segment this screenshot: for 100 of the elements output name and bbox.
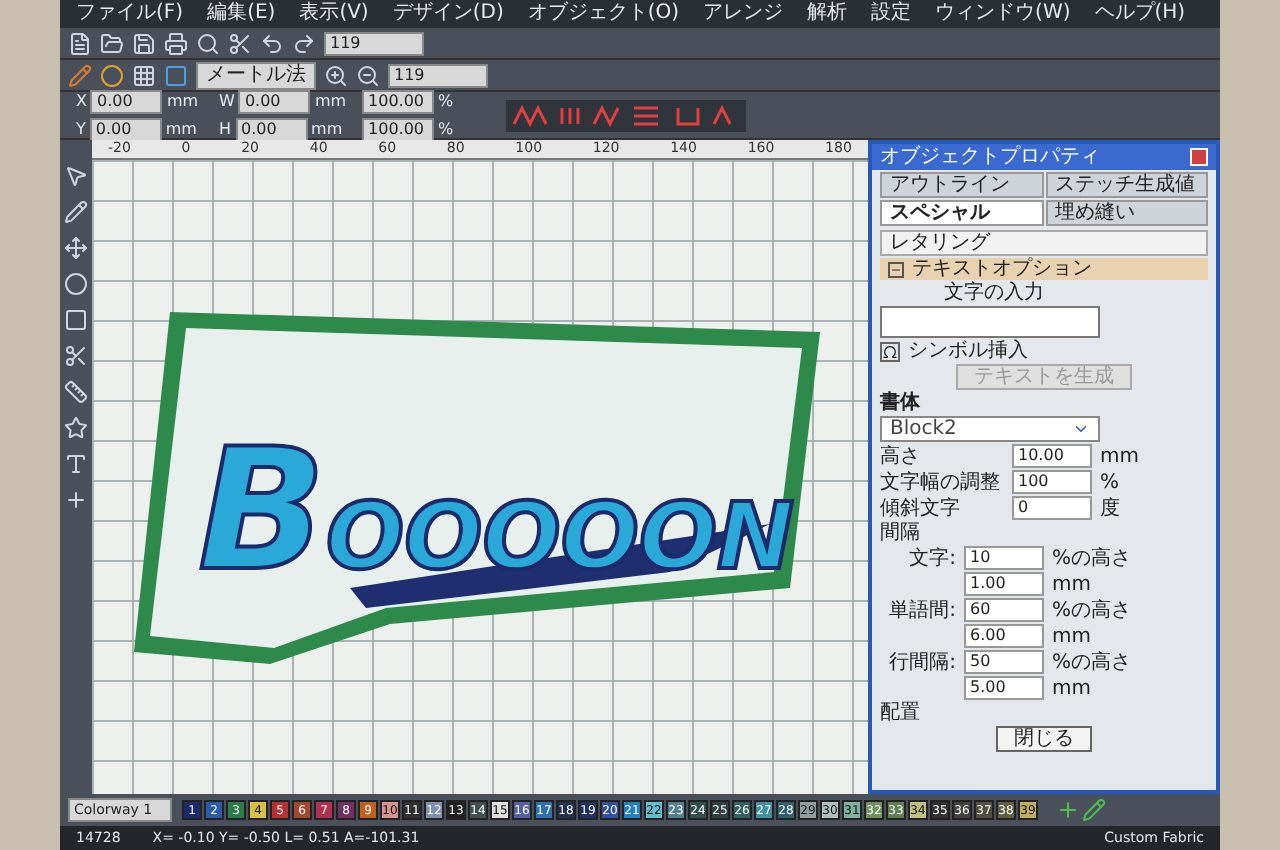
- new-file-icon[interactable]: [68, 31, 92, 55]
- unit-label: mm: [165, 120, 197, 138]
- field-label: H: [219, 120, 232, 138]
- panel-tab[interactable]: アウトライン: [880, 172, 1043, 198]
- plus-icon[interactable]: [64, 488, 88, 512]
- number-field[interactable]: 0.00: [90, 89, 163, 113]
- field-label: 傾斜文字: [880, 497, 962, 519]
- star-icon[interactable]: [64, 416, 88, 440]
- menu-item[interactable]: ウィンドウ(W): [935, 2, 1071, 26]
- font-dropdown[interactable]: Block2: [880, 416, 1100, 442]
- unit-label: mm: [1052, 573, 1091, 595]
- save-icon[interactable]: [132, 31, 156, 55]
- panel-title: オブジェクトプロパティ: [880, 146, 1100, 168]
- undo-icon[interactable]: [260, 31, 284, 55]
- collapse-icon: [888, 261, 904, 277]
- number-field[interactable]: 100.00: [362, 89, 435, 113]
- menu-item[interactable]: 編集(E): [207, 2, 276, 26]
- menu-item[interactable]: アレンジ: [703, 2, 784, 26]
- zoom-out-icon[interactable]: [356, 63, 380, 87]
- menu-item[interactable]: デザイン(D): [392, 2, 504, 26]
- unit-label: mm: [311, 120, 343, 138]
- square-icon[interactable]: [64, 308, 88, 332]
- ruler-icon[interactable]: [64, 380, 88, 404]
- scissors-icon[interactable]: [228, 31, 252, 55]
- number-field[interactable]: 0.00: [89, 117, 162, 141]
- unit-label: %の高さ: [1052, 547, 1132, 569]
- unit-label: %: [438, 92, 454, 110]
- panel-tab[interactable]: スペシャル: [880, 200, 1043, 226]
- zoom-field[interactable]: 119: [324, 31, 424, 55]
- pointer-icon[interactable]: [64, 164, 88, 188]
- panel-tab[interactable]: 埋め縫い: [1045, 200, 1208, 226]
- unit-label: %: [1100, 471, 1120, 493]
- field-label: X: [76, 92, 87, 110]
- scissors-icon[interactable]: [64, 344, 88, 368]
- stitch-pattern-icons-drawing[interactable]: [505, 99, 746, 131]
- pencil-icon[interactable]: [1082, 798, 1106, 822]
- zoom-field[interactable]: 119: [388, 63, 488, 87]
- panel-tab[interactable]: ステッチ生成値: [1045, 172, 1208, 198]
- search-icon[interactable]: [196, 31, 220, 55]
- number-field[interactable]: 10: [964, 546, 1044, 570]
- field-label: Y: [76, 120, 86, 138]
- field-label: W: [219, 92, 235, 110]
- unit-label: mm: [1100, 445, 1139, 467]
- number-field[interactable]: 6.00: [964, 624, 1044, 648]
- field-label: 文字幅の調整: [880, 471, 1002, 493]
- unit-label: %の高さ: [1052, 599, 1132, 621]
- printer-icon[interactable]: [164, 31, 188, 55]
- close-icon[interactable]: [1190, 148, 1208, 166]
- text-input-area[interactable]: [880, 306, 1100, 338]
- grid-icon[interactable]: [132, 63, 156, 87]
- field-label: 文字:: [907, 547, 956, 569]
- number-field[interactable]: 10.00: [1012, 444, 1092, 468]
- circle-icon[interactable]: [100, 63, 124, 87]
- section-header[interactable]: テキストオプション: [880, 258, 1208, 280]
- number-field[interactable]: 0: [1012, 496, 1092, 520]
- number-field[interactable]: 100.00: [362, 117, 435, 141]
- units-dropdown[interactable]: メートル法: [196, 61, 316, 89]
- text-tool-icon[interactable]: [64, 452, 88, 476]
- menu-item[interactable]: ファイル(F): [76, 2, 184, 26]
- number-field[interactable]: 0.00: [238, 89, 311, 113]
- pencil-icon[interactable]: [64, 200, 88, 224]
- pencil-icon[interactable]: [68, 63, 92, 87]
- menu-item[interactable]: オブジェクト(O): [527, 2, 680, 26]
- field-label: 間隔: [880, 522, 922, 544]
- caret-icon: [1072, 420, 1090, 438]
- field-label: 単語間:: [887, 599, 956, 621]
- object-type-field: レタリング: [880, 230, 1208, 256]
- number-field[interactable]: 100: [1012, 470, 1092, 494]
- number-field[interactable]: 0.00: [235, 117, 308, 141]
- unit-label: mm: [1052, 625, 1091, 647]
- number-field[interactable]: 1.00: [964, 572, 1044, 596]
- field-label: 配置: [880, 702, 922, 724]
- field-label: 文字の入力: [942, 282, 1046, 304]
- omega-icon[interactable]: [880, 341, 900, 361]
- section-title: テキストオプション: [912, 258, 1092, 280]
- menu-item[interactable]: ヘルプ(H): [1094, 2, 1186, 26]
- unit-label: mm: [166, 92, 199, 110]
- unit-label: %: [438, 120, 454, 138]
- unit-label: %の高さ: [1052, 651, 1132, 673]
- number-field[interactable]: 50: [964, 650, 1044, 674]
- unit-label: 度: [1100, 497, 1120, 519]
- move-icon[interactable]: [64, 236, 88, 260]
- number-field[interactable]: 5.00: [964, 676, 1044, 700]
- symbol-insert-link[interactable]: シンボル挿入: [908, 340, 1028, 362]
- field-label: 書体: [880, 392, 922, 414]
- zoom-in-icon[interactable]: [324, 63, 348, 87]
- close-button[interactable]: 閉じる: [996, 726, 1092, 752]
- unit-label: mm: [1052, 677, 1091, 699]
- redo-icon[interactable]: [292, 31, 316, 55]
- square-icon[interactable]: [164, 63, 188, 87]
- menu-item[interactable]: 設定: [871, 2, 912, 26]
- folder-icon[interactable]: [100, 31, 124, 55]
- add-icon[interactable]: [1056, 798, 1080, 822]
- field-label: 行間隔:: [887, 651, 956, 673]
- menu-item[interactable]: 解析: [807, 2, 848, 26]
- unit-label: mm: [314, 92, 347, 110]
- field-label: 高さ: [880, 445, 922, 467]
- circle-icon[interactable]: [64, 272, 88, 296]
- menu-item[interactable]: 表示(V): [299, 2, 369, 26]
- number-field[interactable]: 60: [964, 598, 1044, 622]
